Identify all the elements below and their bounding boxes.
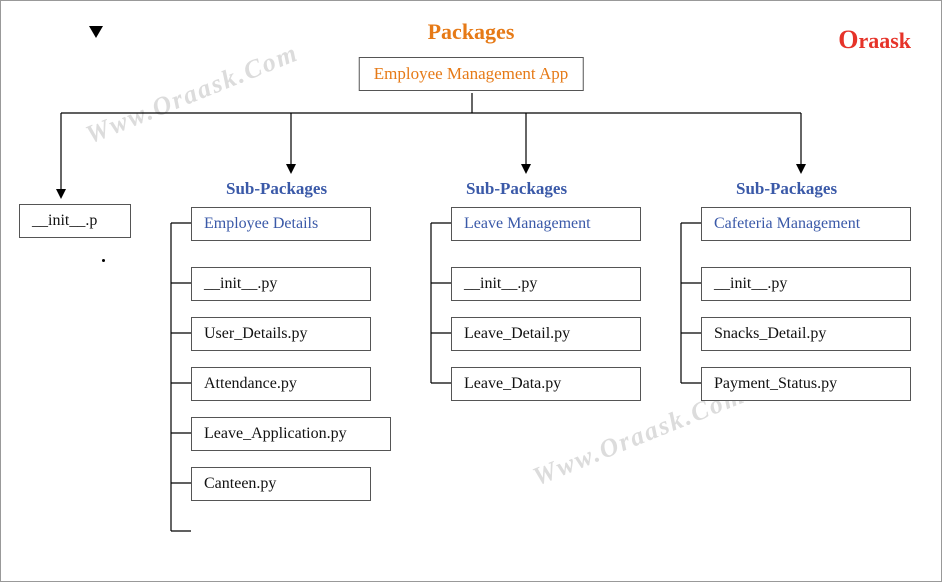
cafeteria-management-box: Cafeteria Management <box>701 207 911 241</box>
page-title: Packages <box>1 19 941 45</box>
leave-management-box: Leave Management <box>451 207 641 241</box>
emp-file-box: Leave_Application.py <box>191 417 391 451</box>
cafe-file-box: Payment_Status.py <box>701 367 911 401</box>
leave-file-box: Leave_Data.py <box>451 367 641 401</box>
dot-icon <box>102 259 105 262</box>
emp-file-box: Canteen.py <box>191 467 371 501</box>
subpackages-heading-leave: Sub-Packages <box>466 179 567 199</box>
cafe-file-box: Snacks_Detail.py <box>701 317 911 351</box>
employee-details-box: Employee Details <box>191 207 371 241</box>
triangle-icon <box>89 26 103 38</box>
subpackages-heading-emp: Sub-Packages <box>226 179 327 199</box>
emp-file-box: Attendance.py <box>191 367 371 401</box>
subpackages-heading-cafe: Sub-Packages <box>736 179 837 199</box>
cafe-file-box: __init__.py <box>701 267 911 301</box>
emp-file-box: __init__.py <box>191 267 371 301</box>
logo-text: raask <box>858 28 911 53</box>
init-file-box: __init__.p <box>19 204 131 238</box>
leave-file-box: __init__.py <box>451 267 641 301</box>
logo: Oraask <box>838 25 911 55</box>
emp-file-box: User_Details.py <box>191 317 371 351</box>
watermark: Www.Oraask.Com <box>82 38 303 151</box>
leave-file-box: Leave_Detail.py <box>451 317 641 351</box>
root-package-box: Employee Management App <box>359 57 584 91</box>
